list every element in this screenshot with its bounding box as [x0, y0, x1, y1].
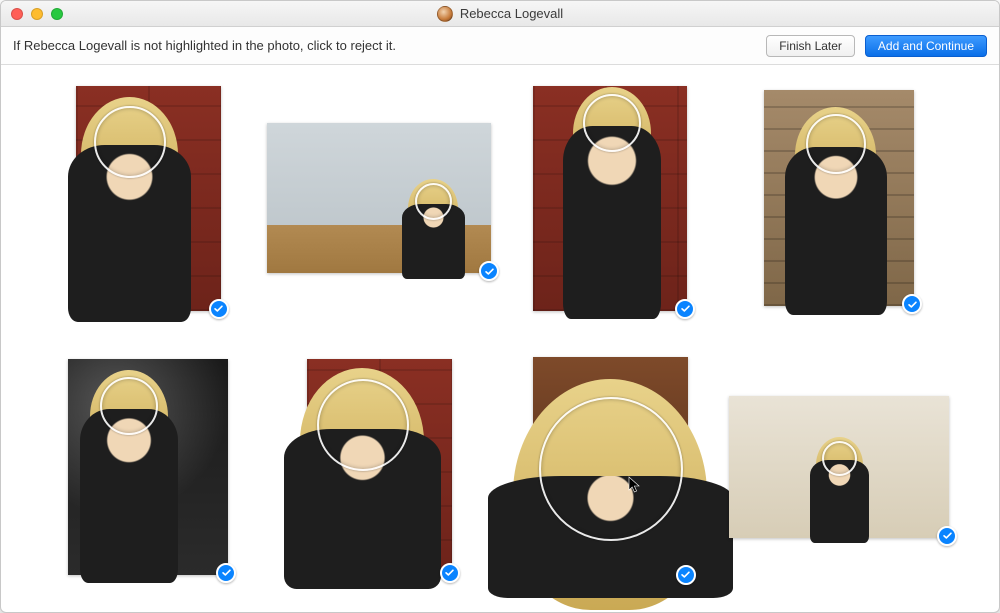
figure-body [785, 147, 887, 315]
figure-body [810, 460, 870, 543]
add-and-continue-button[interactable]: Add and Continue [865, 35, 987, 57]
photo-1[interactable] [76, 86, 221, 311]
window: Rebecca Logevall If Rebecca Logevall is … [0, 0, 1000, 613]
photo-6[interactable] [307, 359, 452, 575]
titlebar: Rebecca Logevall [1, 1, 999, 27]
close-window-button[interactable] [11, 8, 23, 20]
photo-grid [1, 65, 999, 612]
add-and-continue-label: Add and Continue [878, 39, 974, 53]
instructions-text: If Rebecca Logevall is not highlighted i… [13, 38, 756, 53]
selected-check-icon[interactable] [216, 563, 236, 583]
finish-later-button[interactable]: Finish Later [766, 35, 855, 57]
photo-3[interactable] [533, 86, 687, 311]
photo-cell [513, 73, 707, 324]
photo-5[interactable] [68, 359, 228, 575]
toolbar: If Rebecca Logevall is not highlighted i… [1, 27, 999, 65]
figure-body [402, 204, 465, 279]
window-controls [1, 8, 63, 20]
figure-body [68, 145, 190, 321]
person-avatar-icon [437, 6, 453, 22]
photo-cell [267, 73, 491, 324]
zoom-window-button[interactable] [51, 8, 63, 20]
photo-cell [51, 342, 245, 593]
selected-check-icon[interactable] [937, 526, 957, 546]
minimize-window-button[interactable] [31, 8, 43, 20]
selected-check-icon[interactable] [675, 299, 695, 319]
figure-body [488, 476, 733, 598]
window-title-text: Rebecca Logevall [460, 6, 563, 21]
photo-cell [729, 342, 949, 593]
photo-cell [51, 73, 245, 324]
selected-check-icon[interactable] [209, 299, 229, 319]
photo-2[interactable] [267, 123, 491, 273]
photo-8[interactable] [729, 396, 949, 538]
selected-check-icon[interactable] [676, 565, 696, 585]
selected-check-icon[interactable] [479, 261, 499, 281]
window-title: Rebecca Logevall [1, 6, 999, 22]
figure-body [80, 409, 179, 584]
figure-body [563, 126, 662, 320]
selected-check-icon[interactable] [902, 294, 922, 314]
photo-cell [513, 342, 707, 593]
photo-cell [267, 342, 491, 593]
finish-later-label: Finish Later [779, 39, 842, 53]
figure-body [284, 429, 440, 588]
photo-7[interactable] [533, 357, 688, 577]
photo-4[interactable] [764, 90, 914, 306]
selected-check-icon[interactable] [440, 563, 460, 583]
photo-cell [729, 73, 949, 324]
